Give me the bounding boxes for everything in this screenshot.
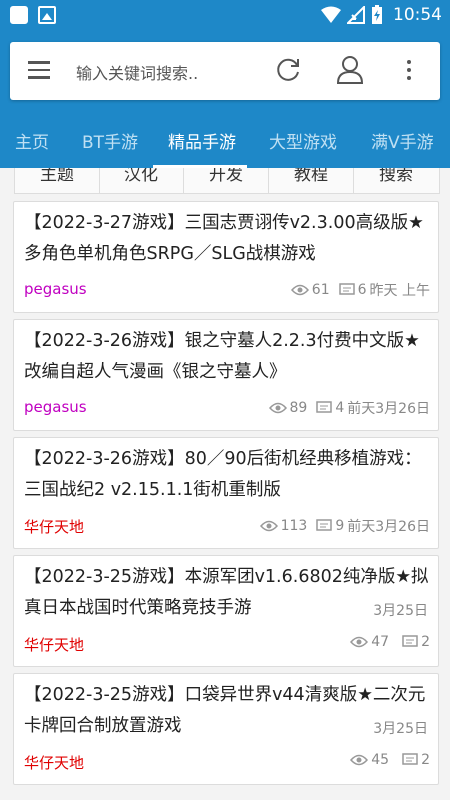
post-title[interactable]: 【2022-3-26游戏】80／90后街机经典移植游戏：三国战纪2 v2.15.… — [24, 444, 429, 506]
post-time: 3月25日 — [373, 603, 428, 619]
post-author[interactable]: pegasus — [24, 398, 87, 416]
post-time: 前天3月26日 — [347, 519, 430, 535]
tab-bt-games[interactable]: BT手游 — [82, 128, 138, 153]
subcat-development[interactable]: 开发 — [184, 168, 269, 193]
reply-count: 2 — [421, 634, 430, 650]
eye-icon — [259, 520, 278, 532]
view-count: 61 — [311, 282, 330, 298]
post-time: 昨天 上午 — [369, 283, 430, 299]
subcat-search[interactable]: 搜索 — [354, 168, 438, 193]
comment-icon — [316, 519, 333, 531]
hamburger-menu-icon[interactable] — [28, 61, 50, 84]
post-author[interactable]: 华仔天地 — [24, 752, 84, 773]
reply-count: 9 — [335, 518, 345, 534]
tab-premium-games[interactable]: 精品手游 — [168, 128, 236, 153]
status-bar: 10:54 — [0, 0, 450, 32]
post-meta: 89 4 前天3月26日 — [268, 398, 430, 418]
battery-icon — [372, 5, 382, 24]
eye-icon — [350, 636, 369, 648]
search-input[interactable]: 输入关键词搜索.. — [76, 60, 198, 84]
category-tabs: 主页 BT手游 精品手游 大型游戏 满V手游 — [0, 112, 450, 168]
refresh-icon[interactable] — [274, 56, 302, 84]
subcat-tutorials[interactable]: 教程 — [269, 168, 354, 193]
post-author[interactable]: 华仔天地 — [24, 516, 84, 537]
notification-square-icon — [10, 6, 28, 24]
view-count: 89 — [289, 400, 308, 416]
comment-icon — [316, 401, 333, 413]
post-meta: 113 9 前天3月26日 — [259, 516, 430, 536]
eye-icon — [350, 754, 369, 766]
reply-count: 2 — [421, 752, 430, 768]
wifi-icon — [321, 6, 341, 23]
tab-home[interactable]: 主页 — [15, 128, 49, 153]
eye-icon — [290, 284, 309, 296]
eye-icon — [268, 402, 287, 414]
post-time: 3月25日 — [373, 721, 428, 737]
view-count: 45 — [371, 752, 390, 768]
reply-count: 4 — [335, 400, 345, 416]
post-meta: 47 2 — [350, 634, 430, 650]
search-bar: 输入关键词搜索.. — [10, 42, 440, 100]
user-account-icon[interactable] — [336, 55, 364, 85]
subcat-localization[interactable]: 汉化 — [99, 168, 184, 193]
post-card[interactable]: 【2022-3-26游戏】80／90后街机经典移植游戏：三国战纪2 v2.15.… — [13, 437, 439, 549]
comment-icon — [338, 283, 355, 295]
post-meta: 45 2 — [350, 752, 430, 768]
reply-count: 6 — [357, 282, 367, 298]
post-author[interactable]: 华仔天地 — [24, 634, 84, 655]
view-count: 113 — [280, 518, 308, 534]
post-time: 前天3月26日 — [347, 401, 430, 417]
more-options-icon[interactable] — [406, 60, 412, 84]
view-count: 47 — [371, 634, 390, 650]
post-author[interactable]: pegasus — [24, 280, 87, 298]
subcat-topics[interactable]: 主题 — [15, 168, 100, 193]
post-card[interactable]: 【2022-3-26游戏】银之守墓人2.2.3付费中文版★改编自超人气漫画《银之… — [13, 319, 439, 431]
post-title[interactable]: 【2022-3-27游戏】三国志贾诩传v2.3.00高级版★多角色单机角色SRP… — [24, 208, 429, 270]
tab-full-vip-games[interactable]: 满V手游 — [371, 128, 434, 153]
post-title[interactable]: 【2022-3-25游戏】口袋异世界v44清爽版★二次元卡牌回合制放置游戏 — [24, 680, 429, 742]
post-meta: 61 6 昨天 上午 — [290, 280, 430, 300]
post-title[interactable]: 【2022-3-26游戏】银之守墓人2.2.3付费中文版★改编自超人气漫画《银之… — [24, 326, 429, 388]
post-title[interactable]: 【2022-3-25游戏】本源军团v1.6.6802纯净版★拟真日本战国时代策略… — [24, 562, 429, 624]
clock-time: 10:54 — [393, 5, 442, 25]
post-card[interactable]: 【2022-3-27游戏】三国志贾诩传v2.3.00高级版★多角色单机角色SRP… — [13, 201, 439, 313]
sub-category-bar: 主题 汉化 开发 教程 搜索 — [14, 168, 440, 194]
post-card[interactable]: 【2022-3-25游戏】口袋异世界v44清爽版★二次元卡牌回合制放置游戏 3月… — [13, 673, 439, 785]
post-card[interactable]: 【2022-3-25游戏】本源军团v1.6.6802纯净版★拟真日本战国时代策略… — [13, 555, 439, 667]
comment-icon — [402, 635, 418, 647]
tab-large-games[interactable]: 大型游戏 — [269, 128, 337, 153]
gallery-notification-icon — [38, 6, 56, 24]
comment-icon — [402, 753, 418, 765]
signal-icon — [347, 6, 365, 24]
